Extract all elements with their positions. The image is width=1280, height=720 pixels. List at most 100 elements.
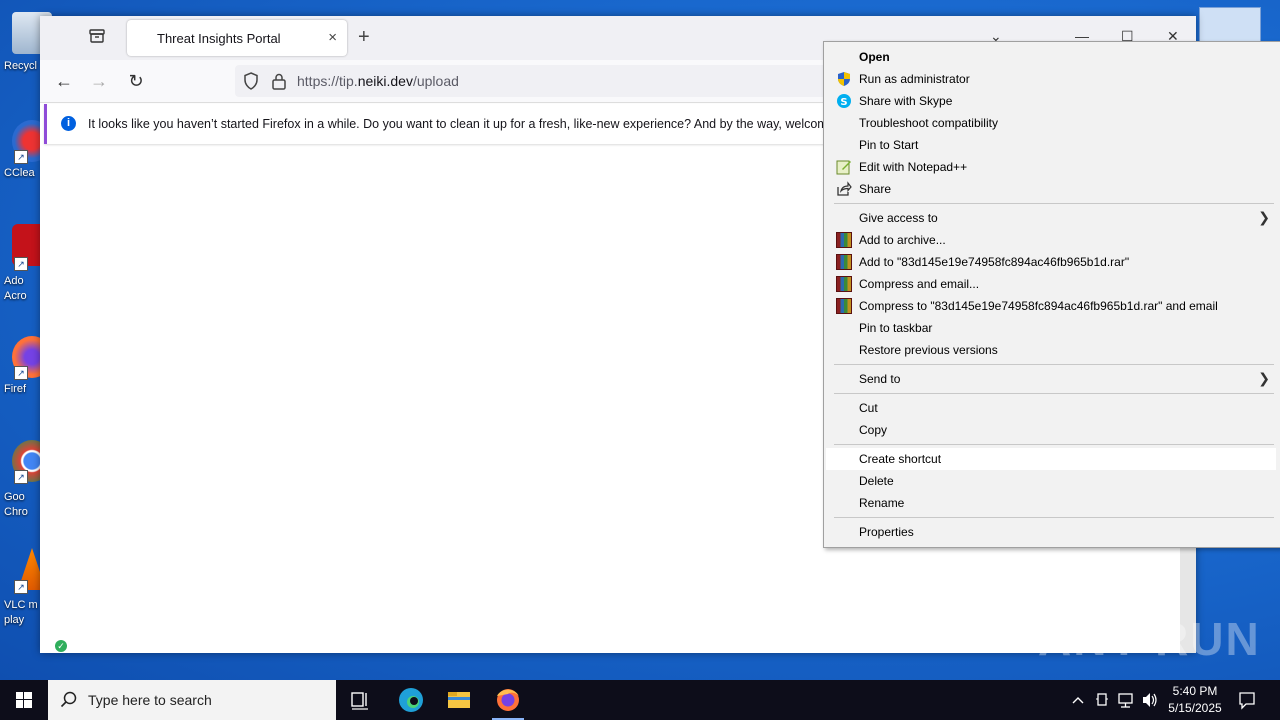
clock[interactable]: 5:40 PM 5/15/2025 [1160, 683, 1230, 717]
info-icon: i [61, 116, 76, 131]
menu-item-open[interactable]: Open [826, 46, 1276, 68]
firefox-icon [497, 689, 519, 711]
tab-title: Threat Insights Portal [157, 31, 281, 46]
taskbar-search-box[interactable]: Type here to search [48, 680, 336, 720]
windows-logo-icon [16, 692, 32, 708]
menu-item-copy[interactable]: Copy [826, 419, 1276, 441]
menu-item-add-to-rar[interactable]: Add to "83d145e19e74958fc894ac46fb965b1d… [826, 251, 1276, 273]
shortcut-arrow-icon: ↗ [14, 366, 28, 380]
menu-item-label: Create shortcut [859, 452, 942, 466]
menu-item-label: Share [859, 182, 892, 196]
menu-item-pin-to-taskbar[interactable]: Pin to taskbar [826, 317, 1276, 339]
menu-item-restore-previous-versions[interactable]: Restore previous versions [826, 339, 1276, 361]
tray-device[interactable] [1094, 680, 1110, 720]
chevron-right-icon: ❯ [1258, 370, 1270, 386]
menu-item-label: Send to [859, 372, 901, 386]
menu-separator [834, 393, 1274, 394]
tray-volume[interactable] [1141, 680, 1159, 720]
taskbar-edge[interactable] [387, 680, 435, 720]
volume-icon [1143, 693, 1157, 707]
url-text[interactable]: https://tip.neiki.dev/upload [297, 73, 459, 89]
menu-item-label: Troubleshoot compatibility [859, 116, 998, 130]
taskbar: Type here to search 5:40 PM 5/15/2025 [0, 680, 1280, 720]
notification-icon [1239, 692, 1255, 710]
menu-item-label: Properties [859, 525, 914, 539]
menu-item-label: Run as administrator [859, 72, 970, 86]
menu-item-edit-notepad-plus-plus[interactable]: Edit with Notepad++ [826, 156, 1276, 178]
menu-item-label: Pin to Start [859, 138, 919, 152]
menu-item-pin-to-start[interactable]: Pin to Start [826, 134, 1276, 156]
menu-item-add-to-archive[interactable]: Add to archive... [826, 229, 1276, 251]
url-bar[interactable]: https://tip.neiki.dev/upload [235, 65, 835, 97]
shield-icon [838, 72, 850, 86]
forward-icon[interactable]: → [87, 70, 111, 92]
tab-threat-insights[interactable]: Threat Insights Portal × [127, 20, 347, 56]
menu-item-label: Add to "83d145e19e74958fc894ac46fb965b1d… [859, 255, 1130, 269]
file-explorer-icon [448, 692, 470, 708]
chevron-right-icon: ❯ [1258, 209, 1270, 225]
watermark-logo: ANY RUN [1038, 613, 1261, 665]
menu-item-label: Rename [859, 496, 905, 510]
url-path: /upload [412, 73, 459, 89]
menu-item-label: Compress and email... [859, 277, 980, 291]
winrar-icon [836, 254, 852, 270]
notepad-plus-plus-icon [836, 160, 851, 175]
menu-item-cut[interactable]: Cut [826, 397, 1276, 419]
back-icon[interactable]: ← [52, 70, 76, 92]
tracking-protection-icon[interactable] [243, 72, 259, 90]
menu-item-label: Copy [859, 423, 888, 437]
menu-item-send-to[interactable]: Send to ❯ [826, 368, 1276, 390]
menu-item-give-access-to[interactable]: Give access to ❯ [826, 207, 1276, 229]
menu-item-label: Give access to [859, 211, 938, 225]
menu-item-label: Delete [859, 474, 894, 488]
share-icon [837, 181, 852, 196]
menu-item-label: Edit with Notepad++ [859, 160, 968, 174]
task-view-icon [351, 692, 368, 710]
menu-item-compress-to-rar-and-email[interactable]: Compress to "83d145e19e74958fc894ac46fb9… [826, 295, 1276, 317]
firefox-view-icon [89, 29, 105, 43]
menu-item-rename[interactable]: Rename [826, 492, 1276, 514]
shortcut-arrow-icon: ↗ [14, 470, 28, 484]
task-view-button[interactable] [336, 680, 384, 720]
menu-item-delete[interactable]: Delete [826, 470, 1276, 492]
lock-icon[interactable] [271, 72, 287, 90]
url-host: neiki.dev [357, 73, 413, 89]
url-scheme: https://tip. [297, 73, 358, 89]
tray-network[interactable] [1117, 680, 1135, 720]
menu-item-label: Compress to "83d145e19e74958fc894ac46fb9… [859, 299, 1218, 313]
menu-separator [834, 203, 1274, 204]
clock-date: 5/15/2025 [1168, 701, 1222, 715]
show-hidden-icons[interactable] [1070, 680, 1086, 720]
start-button[interactable] [0, 680, 48, 720]
search-icon [60, 691, 77, 708]
menu-item-run-as-administrator[interactable]: Run as administrator [826, 68, 1276, 90]
edge-icon [399, 688, 423, 712]
status-check-icon: ✓ [55, 640, 67, 652]
device-icon [1096, 693, 1108, 706]
new-tab-button[interactable]: + [358, 27, 370, 47]
menu-item-label: Share with Skype [859, 94, 953, 108]
menu-item-share-with-skype[interactable]: S Share with Skype [826, 90, 1276, 112]
search-placeholder: Type here to search [88, 692, 212, 708]
menu-item-create-shortcut[interactable]: Create shortcut [826, 448, 1276, 470]
menu-item-label: Cut [859, 401, 878, 415]
svg-text:S: S [840, 97, 847, 108]
winrar-icon [836, 298, 852, 314]
menu-separator [834, 517, 1274, 518]
menu-separator [834, 444, 1274, 445]
menu-item-share[interactable]: Share [826, 178, 1276, 200]
menu-item-compress-and-email[interactable]: Compress and email... [826, 273, 1276, 295]
menu-item-troubleshoot[interactable]: Troubleshoot compatibility [826, 112, 1276, 134]
reload-icon[interactable]: ↻ [124, 70, 148, 92]
taskbar-firefox[interactable] [484, 680, 532, 720]
clock-time: 5:40 PM [1172, 684, 1218, 698]
menu-separator [834, 364, 1274, 365]
winrar-icon [836, 276, 852, 292]
firefox-view-button[interactable] [86, 28, 108, 50]
menu-item-properties[interactable]: Properties [826, 521, 1276, 543]
taskbar-file-explorer[interactable] [435, 680, 483, 720]
action-center-button[interactable] [1237, 680, 1257, 720]
menu-item-label: Restore previous versions [859, 343, 998, 357]
tab-close-icon[interactable]: × [328, 29, 337, 46]
shortcut-arrow-icon: ↗ [14, 257, 28, 271]
